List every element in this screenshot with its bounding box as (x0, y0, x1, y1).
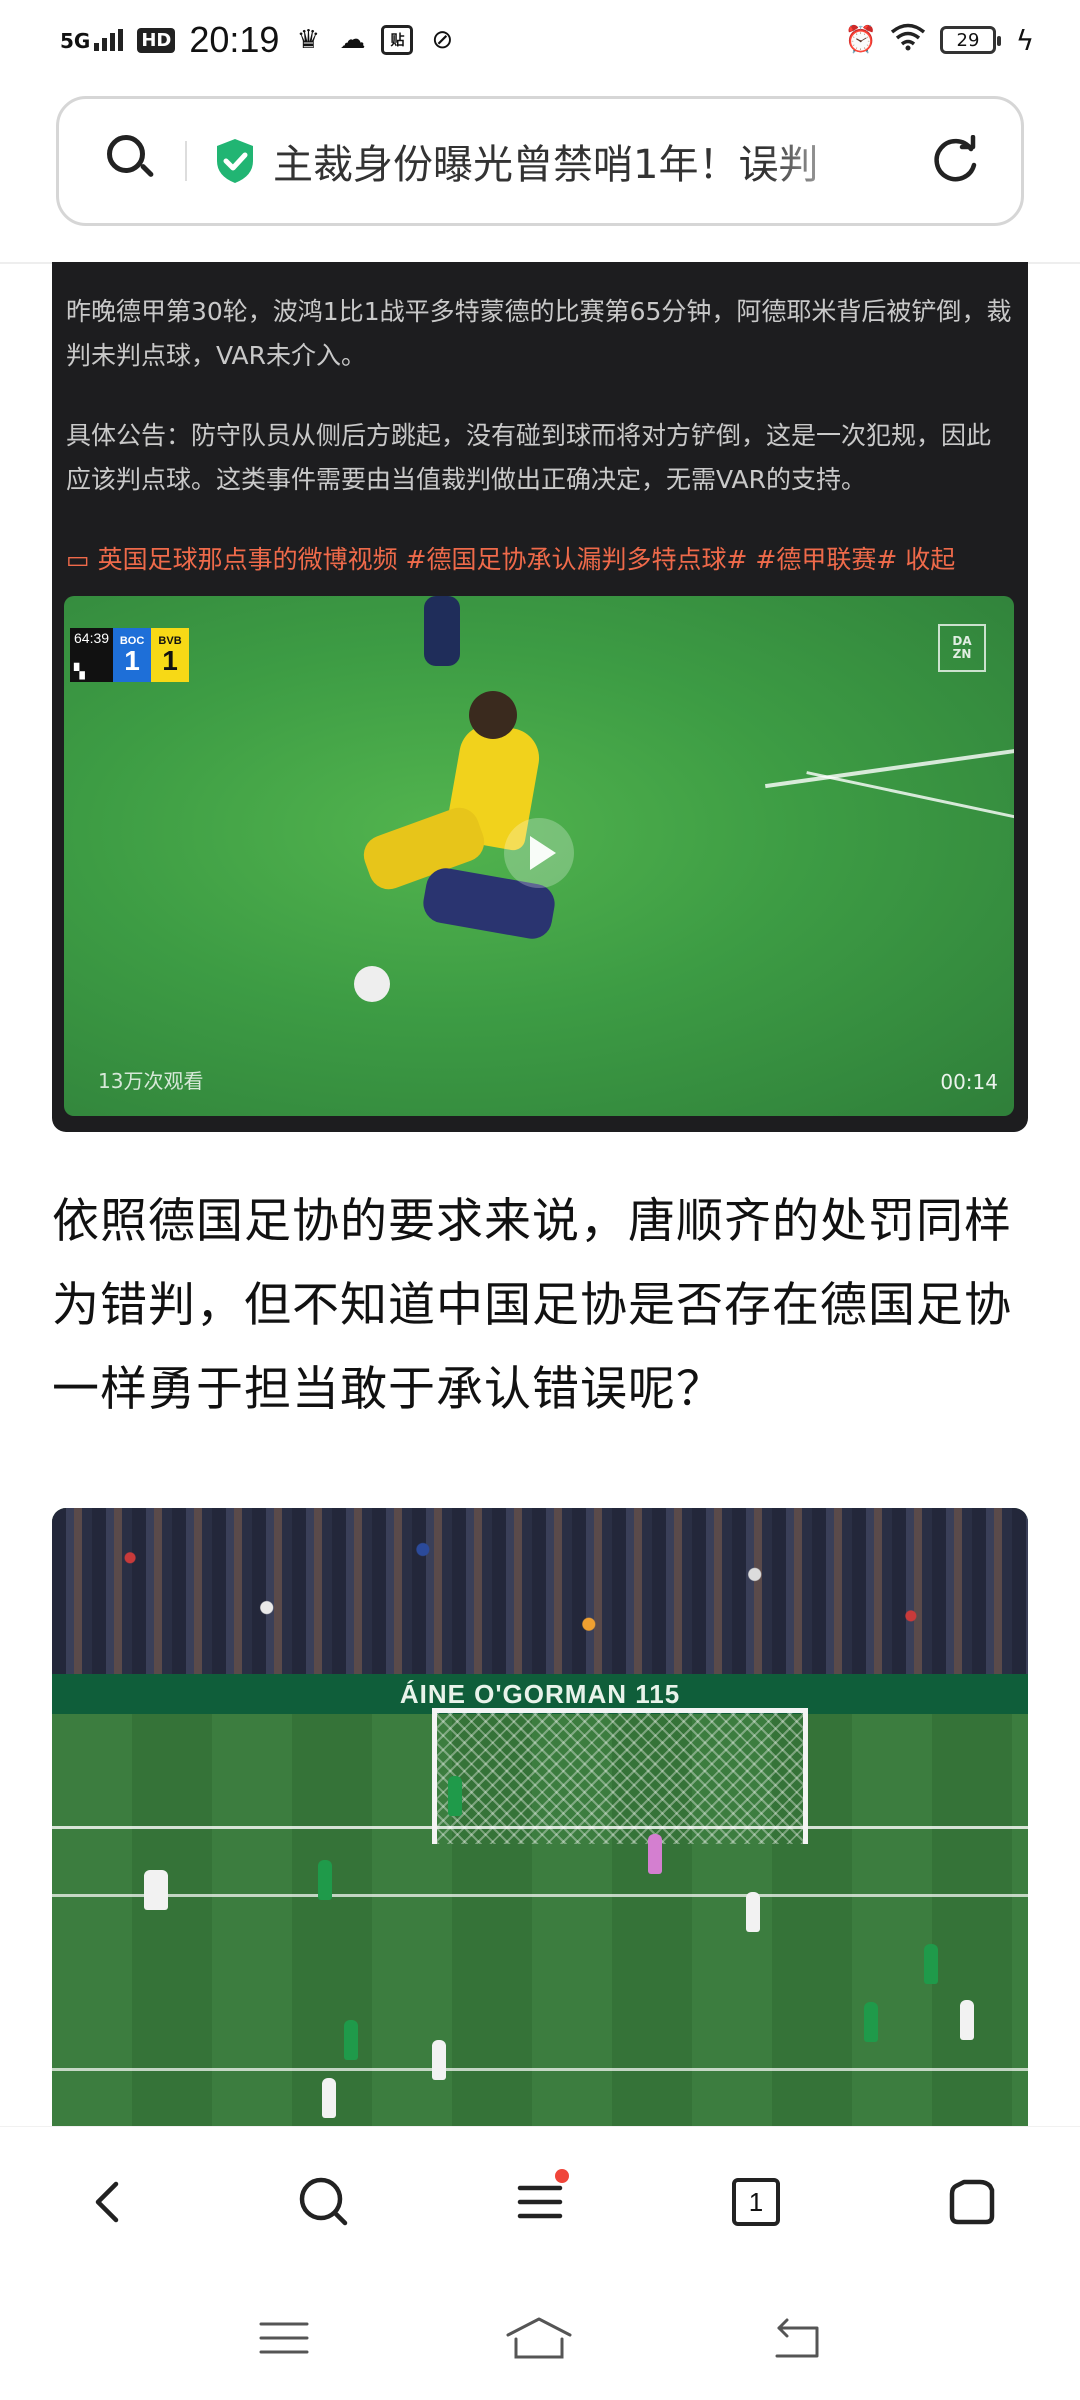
search-divider (185, 141, 187, 181)
recent-apps-icon[interactable] (257, 2318, 311, 2358)
pitch-line (764, 747, 1014, 789)
play-button[interactable] (504, 818, 574, 888)
back-system-icon[interactable] (767, 2316, 823, 2360)
post-tags-text[interactable]: 英国足球那点事的微博视频 #德国足协承认漏判多特点球# #德甲联赛# 收起 (98, 545, 956, 574)
scoreboard: 64:39 ▚ BOC 1 BVB 1 (70, 628, 190, 682)
goal-net (432, 1708, 808, 1844)
stadium-crowd (52, 1508, 1028, 1674)
ball (354, 966, 390, 1002)
search-icon (299, 2177, 348, 2226)
menu-button[interactable] (505, 2167, 575, 2237)
refresh-icon[interactable] (929, 135, 981, 187)
bundesliga-logo-icon: ▚ (74, 663, 85, 679)
home-system-icon[interactable] (504, 2315, 574, 2361)
alarm-icon: ⏰ (844, 25, 878, 55)
away-score: 1 (162, 645, 178, 676)
player-figure (144, 1870, 168, 1910)
pitch-line (806, 771, 1014, 824)
leaf-icon: ⊘ (431, 25, 454, 55)
battery-indicator: 29 (940, 26, 1001, 54)
hd-icon: HD (137, 27, 176, 53)
tabs-button[interactable]: 1 (721, 2167, 791, 2237)
headline-text[interactable]: 主裁身份曝光曾禁哨1年！误判 (273, 132, 873, 190)
tab-count: 1 (732, 2178, 780, 2226)
player-figure (746, 1892, 760, 1932)
video-duration: 00:14 (940, 1070, 998, 1094)
menu-icon (517, 2185, 563, 2219)
player-figure (448, 1776, 462, 1816)
search-icon[interactable] (107, 135, 159, 187)
browser-bottom-nav: 1 (0, 2126, 1080, 2277)
player-figure (924, 1944, 938, 1984)
status-bar: 5G HD 20:19 ♛ ☁ 贴 ⊘ ⏰ 29 ϟ (0, 0, 1080, 80)
network-type: 5G (60, 29, 91, 53)
player-figure (864, 2002, 878, 2042)
video-player[interactable]: 64:39 ▚ BOC 1 BVB 1 DA ZN 13万次观看 00:14 (64, 596, 1014, 1116)
player-figure (344, 2020, 358, 2060)
dazn-logo-icon: DA ZN (938, 624, 986, 672)
tieba-icon: 贴 (381, 25, 414, 55)
home-button[interactable] (937, 2167, 1007, 2237)
player-figure (322, 2078, 336, 2118)
signal-bars-icon (94, 29, 124, 51)
back-button[interactable] (73, 2167, 143, 2237)
status-time: 20:19 (189, 19, 280, 60)
notification-dot (555, 2169, 569, 2183)
cloud-icon: ☁ (339, 25, 366, 55)
embedded-post-card: 昨晚德甲第30轮，波鸿1比1战平多特蒙德的比赛第65分钟，阿德耶米背后被铲倒，裁… (52, 262, 1028, 1132)
signal-indicator: 5G (60, 29, 124, 53)
article-paragraph: 依照德国足协的要求来说，唐顺齐的处罚同样为错判，但不知道中国足协是否存在德国足协… (52, 1194, 1012, 1417)
shield-check-icon (217, 139, 253, 183)
match-time: 64:39 (74, 630, 110, 646)
pitch-line (52, 1894, 1028, 1897)
charging-icon: ϟ (1015, 23, 1035, 57)
search-button[interactable] (289, 2167, 359, 2237)
player-figure (318, 1860, 332, 1900)
post-paragraph-2: 具体公告：防守队员从侧后方跳起，没有碰到球而将对方铲倒，这是一次犯规，因此应该判… (66, 421, 992, 494)
player-figure (432, 2040, 446, 2080)
wifi-icon (890, 20, 926, 60)
chevron-left-icon (95, 2181, 119, 2223)
pitch-line (52, 2068, 1028, 2071)
post-tags[interactable]: ▭ 英国足球那点事的微博视频 #德国足协承认漏判多特点球# #德甲联赛# 收起 (66, 538, 1014, 582)
search-bar[interactable]: 主裁身份曝光曾禁哨1年！误判 (56, 96, 1024, 226)
match-clock: 64:39 ▚ (70, 628, 114, 682)
system-nav-bar (0, 2276, 1080, 2400)
player-head (469, 691, 517, 739)
home-team: BOC 1 (113, 628, 152, 682)
player-figure (424, 596, 460, 666)
home-icon (949, 2179, 995, 2225)
player-figure (960, 2000, 974, 2040)
player-figure (648, 1834, 662, 1874)
video-views: 13万次观看 (98, 1069, 204, 1093)
home-score: 1 (124, 645, 140, 676)
crown-icon: ♛ (296, 25, 321, 55)
article-photo[interactable]: ÁINE O'GORMAN 115 (52, 1508, 1028, 2128)
post-paragraph-1: 昨晚德甲第30轮，波鸿1比1战平多特蒙德的比赛第65分钟，阿德耶米背后被铲倒，裁… (66, 297, 1012, 370)
away-team: BVB 1 (151, 628, 190, 682)
